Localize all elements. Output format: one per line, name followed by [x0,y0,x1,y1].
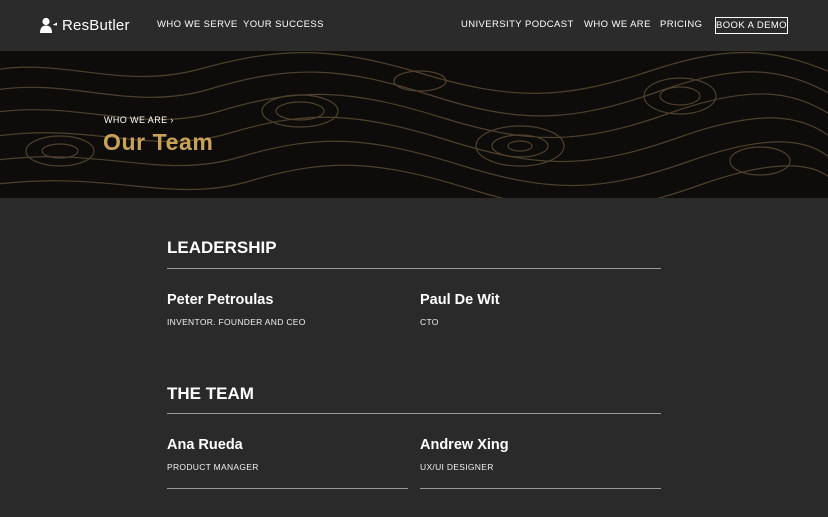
person-name: Ana Rueda [167,437,243,453]
nav-your-success[interactable]: YOUR SUCCESS [243,19,324,30]
top-nav: ResButler WHO WE SERVE YOUR SUCCESS UNIV… [0,0,828,51]
nav-podcast[interactable]: PODCAST [525,19,574,30]
card-divider [420,488,661,489]
person-name: Peter Petroulas [167,292,274,308]
divider [167,413,661,414]
page-title: Our Team [103,129,214,155]
section-title-leadership: LEADERSHIP [167,238,277,257]
person-role: UX/UI DESIGNER [420,462,494,472]
brand-name: ResButler [62,16,130,34]
nav-who-we-serve[interactable]: WHO WE SERVE [157,19,238,30]
nav-pricing[interactable]: PRICING [660,19,702,30]
card-divider [167,488,408,489]
person-role: PRODUCT MANAGER [167,462,259,472]
hero-banner: WHO WE ARE › Our Team [0,51,828,198]
breadcrumb[interactable]: WHO WE ARE › [104,115,174,125]
book-demo-button[interactable]: BOOK A DEMO [715,17,788,34]
person-role: CTO [420,317,439,327]
person-role: INVENTOR. FOUNDER AND CEO [167,317,306,327]
nav-who-we-are[interactable]: WHO WE ARE [584,19,651,30]
divider [167,268,661,269]
person-name: Andrew Xing [420,437,509,453]
butler-icon [40,17,58,33]
brand-logo[interactable]: ResButler [40,15,130,35]
person-name: Paul De Wit [420,292,500,308]
section-title-team: THE TEAM [167,384,254,403]
nav-university[interactable]: UNIVERSITY [461,19,522,30]
